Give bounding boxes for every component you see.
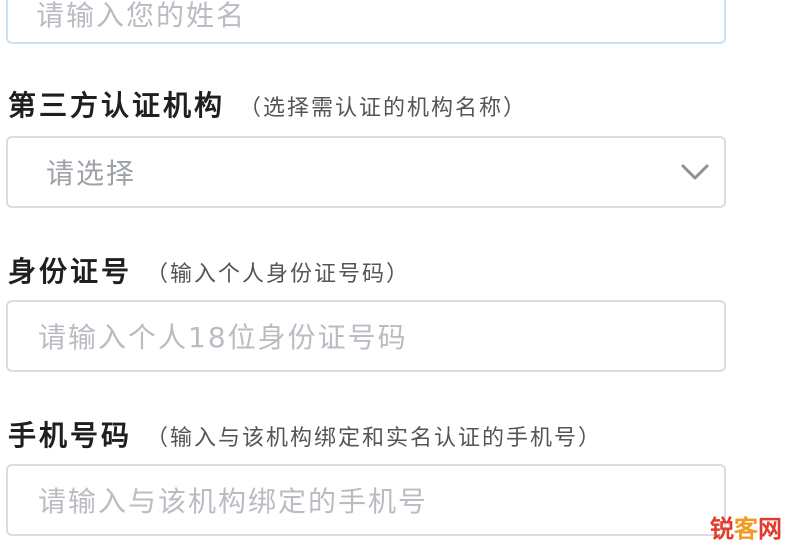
watermark-char-1: 锐	[710, 515, 734, 543]
id-number-input-placeholder: 请输入个人18位身份证号码	[38, 321, 408, 354]
phone-input-placeholder: 请输入与该机构绑定的手机号	[38, 485, 429, 518]
id-number-label-row: 身份证号 （输入个人身份证号码）	[8, 250, 410, 290]
phone-input[interactable]: 请输入与该机构绑定的手机号	[6, 464, 726, 536]
verification-form: 请输入您的姓名 第三方认证机构 （选择需认证的机构名称） 请选择 身份证号 （输…	[0, 0, 800, 550]
site-watermark: 锐客网	[710, 509, 782, 544]
chevron-down-icon[interactable]	[678, 155, 712, 189]
id-number-hint: （输入个人身份证号码）	[146, 262, 411, 287]
id-number-input[interactable]: 请输入个人18位身份证号码	[6, 300, 726, 372]
institution-select[interactable]: 请选择	[6, 136, 726, 208]
institution-select-value: 请选择	[46, 157, 137, 190]
phone-label: 手机号码	[8, 419, 133, 452]
phone-label-row: 手机号码 （输入与该机构绑定和实名认证的手机号）	[8, 414, 602, 454]
id-number-label: 身份证号	[8, 255, 133, 288]
watermark-char-3: 网	[758, 515, 782, 543]
institution-label-row: 第三方认证机构 （选择需认证的机构名称）	[8, 84, 527, 124]
watermark-char-2: 客	[734, 515, 758, 543]
name-input[interactable]: 请输入您的姓名	[6, 0, 726, 44]
phone-hint: （输入与该机构绑定和实名认证的手机号）	[146, 426, 603, 451]
institution-label: 第三方认证机构	[8, 89, 226, 122]
institution-hint: （选择需认证的机构名称）	[239, 96, 528, 121]
name-input-placeholder: 请输入您的姓名	[36, 0, 247, 32]
